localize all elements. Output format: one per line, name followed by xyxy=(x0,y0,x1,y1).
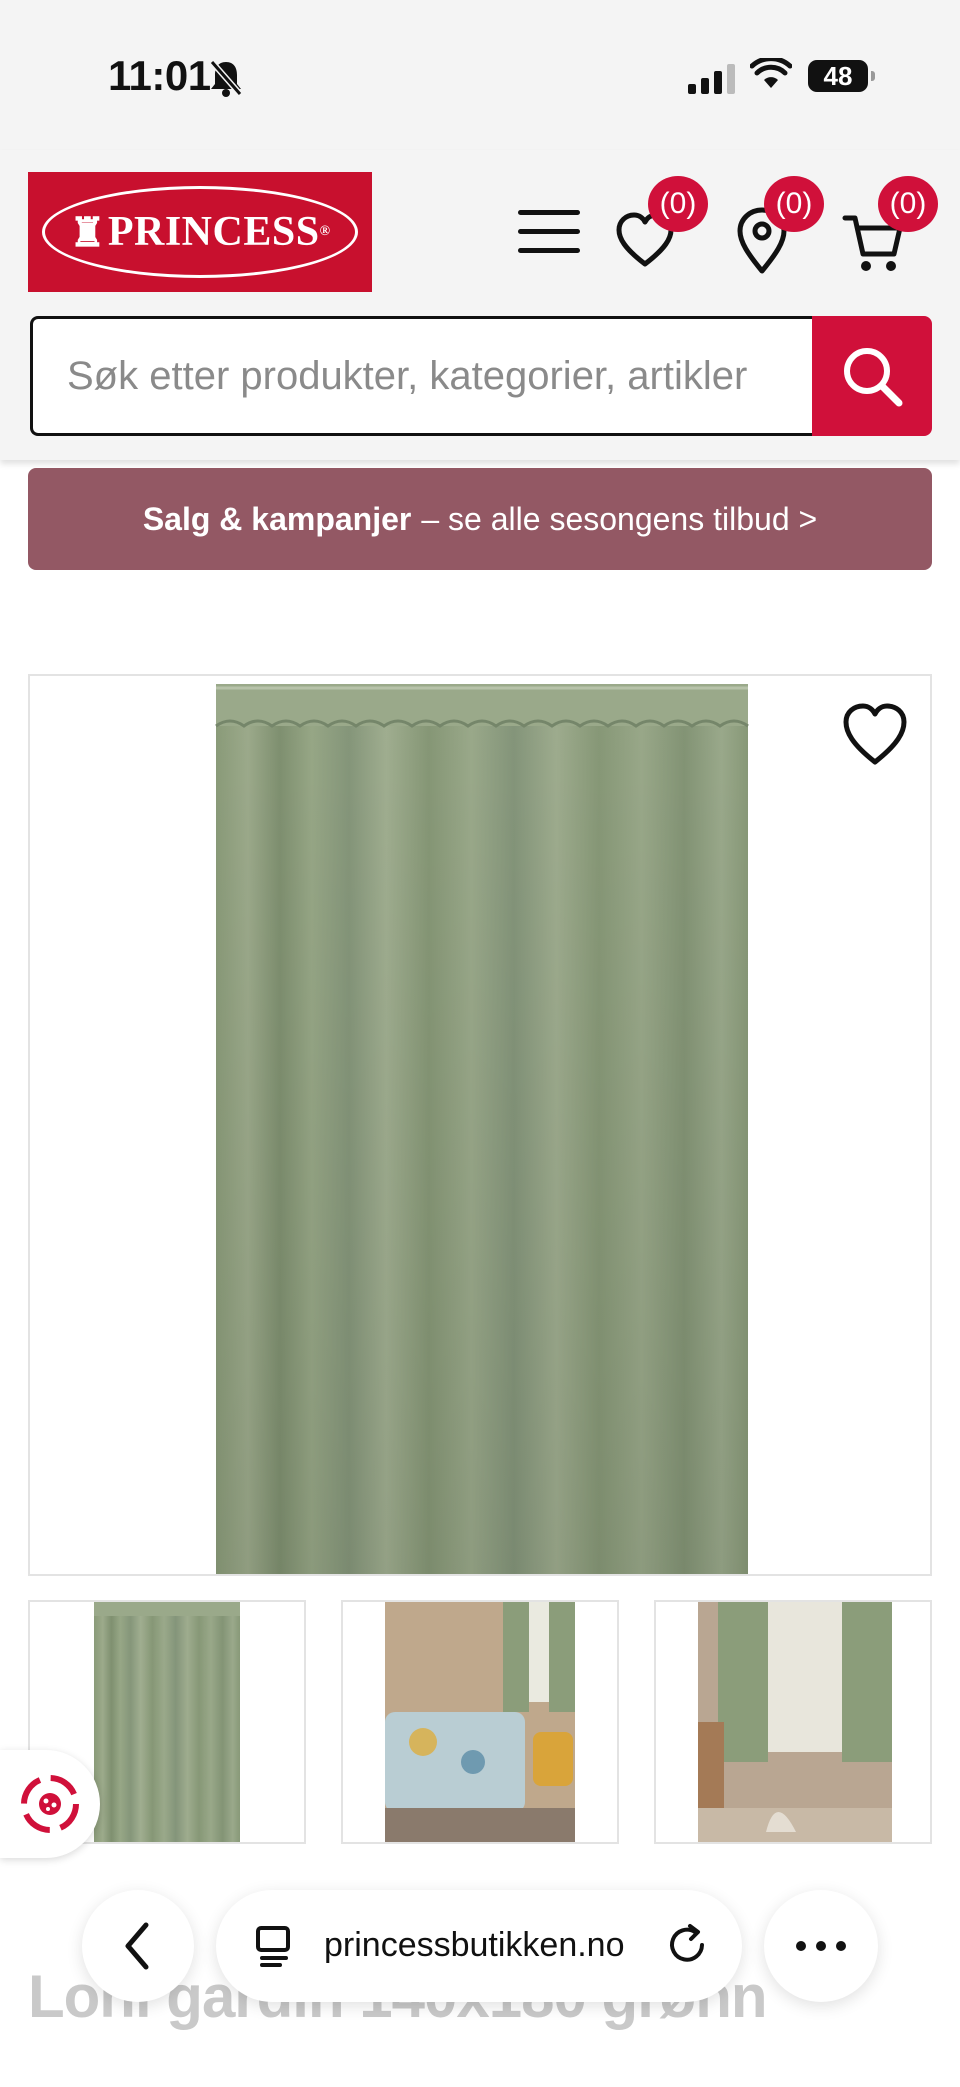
stores-button[interactable]: (0) xyxy=(728,176,824,278)
menu-icon[interactable] xyxy=(518,210,580,256)
curtain-image xyxy=(215,684,749,1574)
logo-oval: ♜ PRINCESS ® xyxy=(42,186,358,278)
url-text: princessbutikken.no xyxy=(324,1926,625,1964)
product-main-image[interactable] xyxy=(28,674,932,1576)
cookie-settings-icon xyxy=(21,1775,79,1833)
wishlist-button[interactable]: (0) xyxy=(612,176,708,278)
promo-text: – se alle sesongens tilbud > xyxy=(421,500,818,537)
thumbnail-bedroom-image xyxy=(385,1602,575,1842)
bell-off-icon xyxy=(209,60,243,97)
status-bar: 11:01 48 xyxy=(0,0,960,150)
wifi-icon xyxy=(750,58,792,88)
page-icon xyxy=(256,1926,290,1967)
battery-icon: 48 xyxy=(808,60,875,92)
wishlist-count-badge: (0) xyxy=(648,176,708,232)
chevron-left-icon xyxy=(125,1922,149,1970)
address-bar[interactable]: princessbutikken.no xyxy=(216,1890,742,2002)
logo-registered-mark: ® xyxy=(319,224,331,239)
cellular-signal-icon xyxy=(688,64,735,94)
search-bar xyxy=(30,316,932,436)
thumbnail-room-image xyxy=(698,1602,892,1842)
reload-icon[interactable] xyxy=(662,1920,712,1970)
princess-logo[interactable]: ♜ PRINCESS ® xyxy=(28,172,372,292)
logo-text: PRINCESS xyxy=(107,209,320,255)
more-icon[interactable] xyxy=(764,1890,878,2002)
search-input[interactable] xyxy=(30,316,816,436)
search-button[interactable] xyxy=(812,316,932,436)
add-to-favorites-icon[interactable] xyxy=(840,700,910,770)
thumbnail-2[interactable] xyxy=(341,1600,619,1844)
promo-banner[interactable]: Salg & kampanjer – se alle sesongens til… xyxy=(28,468,932,570)
browser-toolbar: princessbutikken.no xyxy=(0,1876,960,2016)
stores-count-badge: (0) xyxy=(764,176,824,232)
cart-count-badge: (0) xyxy=(878,176,938,232)
back-button[interactable] xyxy=(82,1890,194,2002)
promo-bold-text: Salg & kampanjer xyxy=(142,500,412,537)
site-header: ♜ PRINCESS ® (0) (0) (0) xyxy=(0,150,960,460)
cart-button[interactable]: (0) xyxy=(842,176,938,278)
status-time: 11:01 xyxy=(108,52,211,99)
thumbnail-3[interactable] xyxy=(654,1600,932,1844)
tower-icon: ♜ xyxy=(69,209,106,255)
search-icon xyxy=(844,348,903,407)
